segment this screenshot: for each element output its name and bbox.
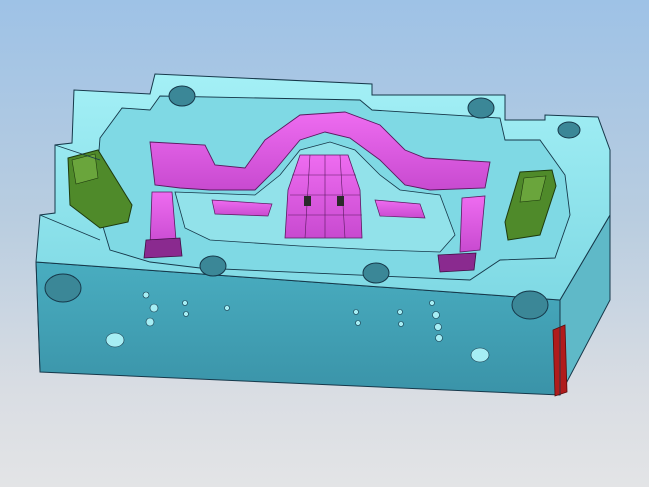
cad-viewport[interactable] — [0, 0, 649, 487]
cavity-left-wall — [149, 191, 177, 247]
pad-slot-left — [304, 196, 311, 206]
pad-slot-right — [337, 196, 344, 206]
cavity-center-pad — [284, 154, 363, 239]
cavity-left-base — [143, 237, 183, 259]
mold-model[interactable] — [0, 0, 649, 487]
cavity-right-base — [437, 252, 477, 273]
